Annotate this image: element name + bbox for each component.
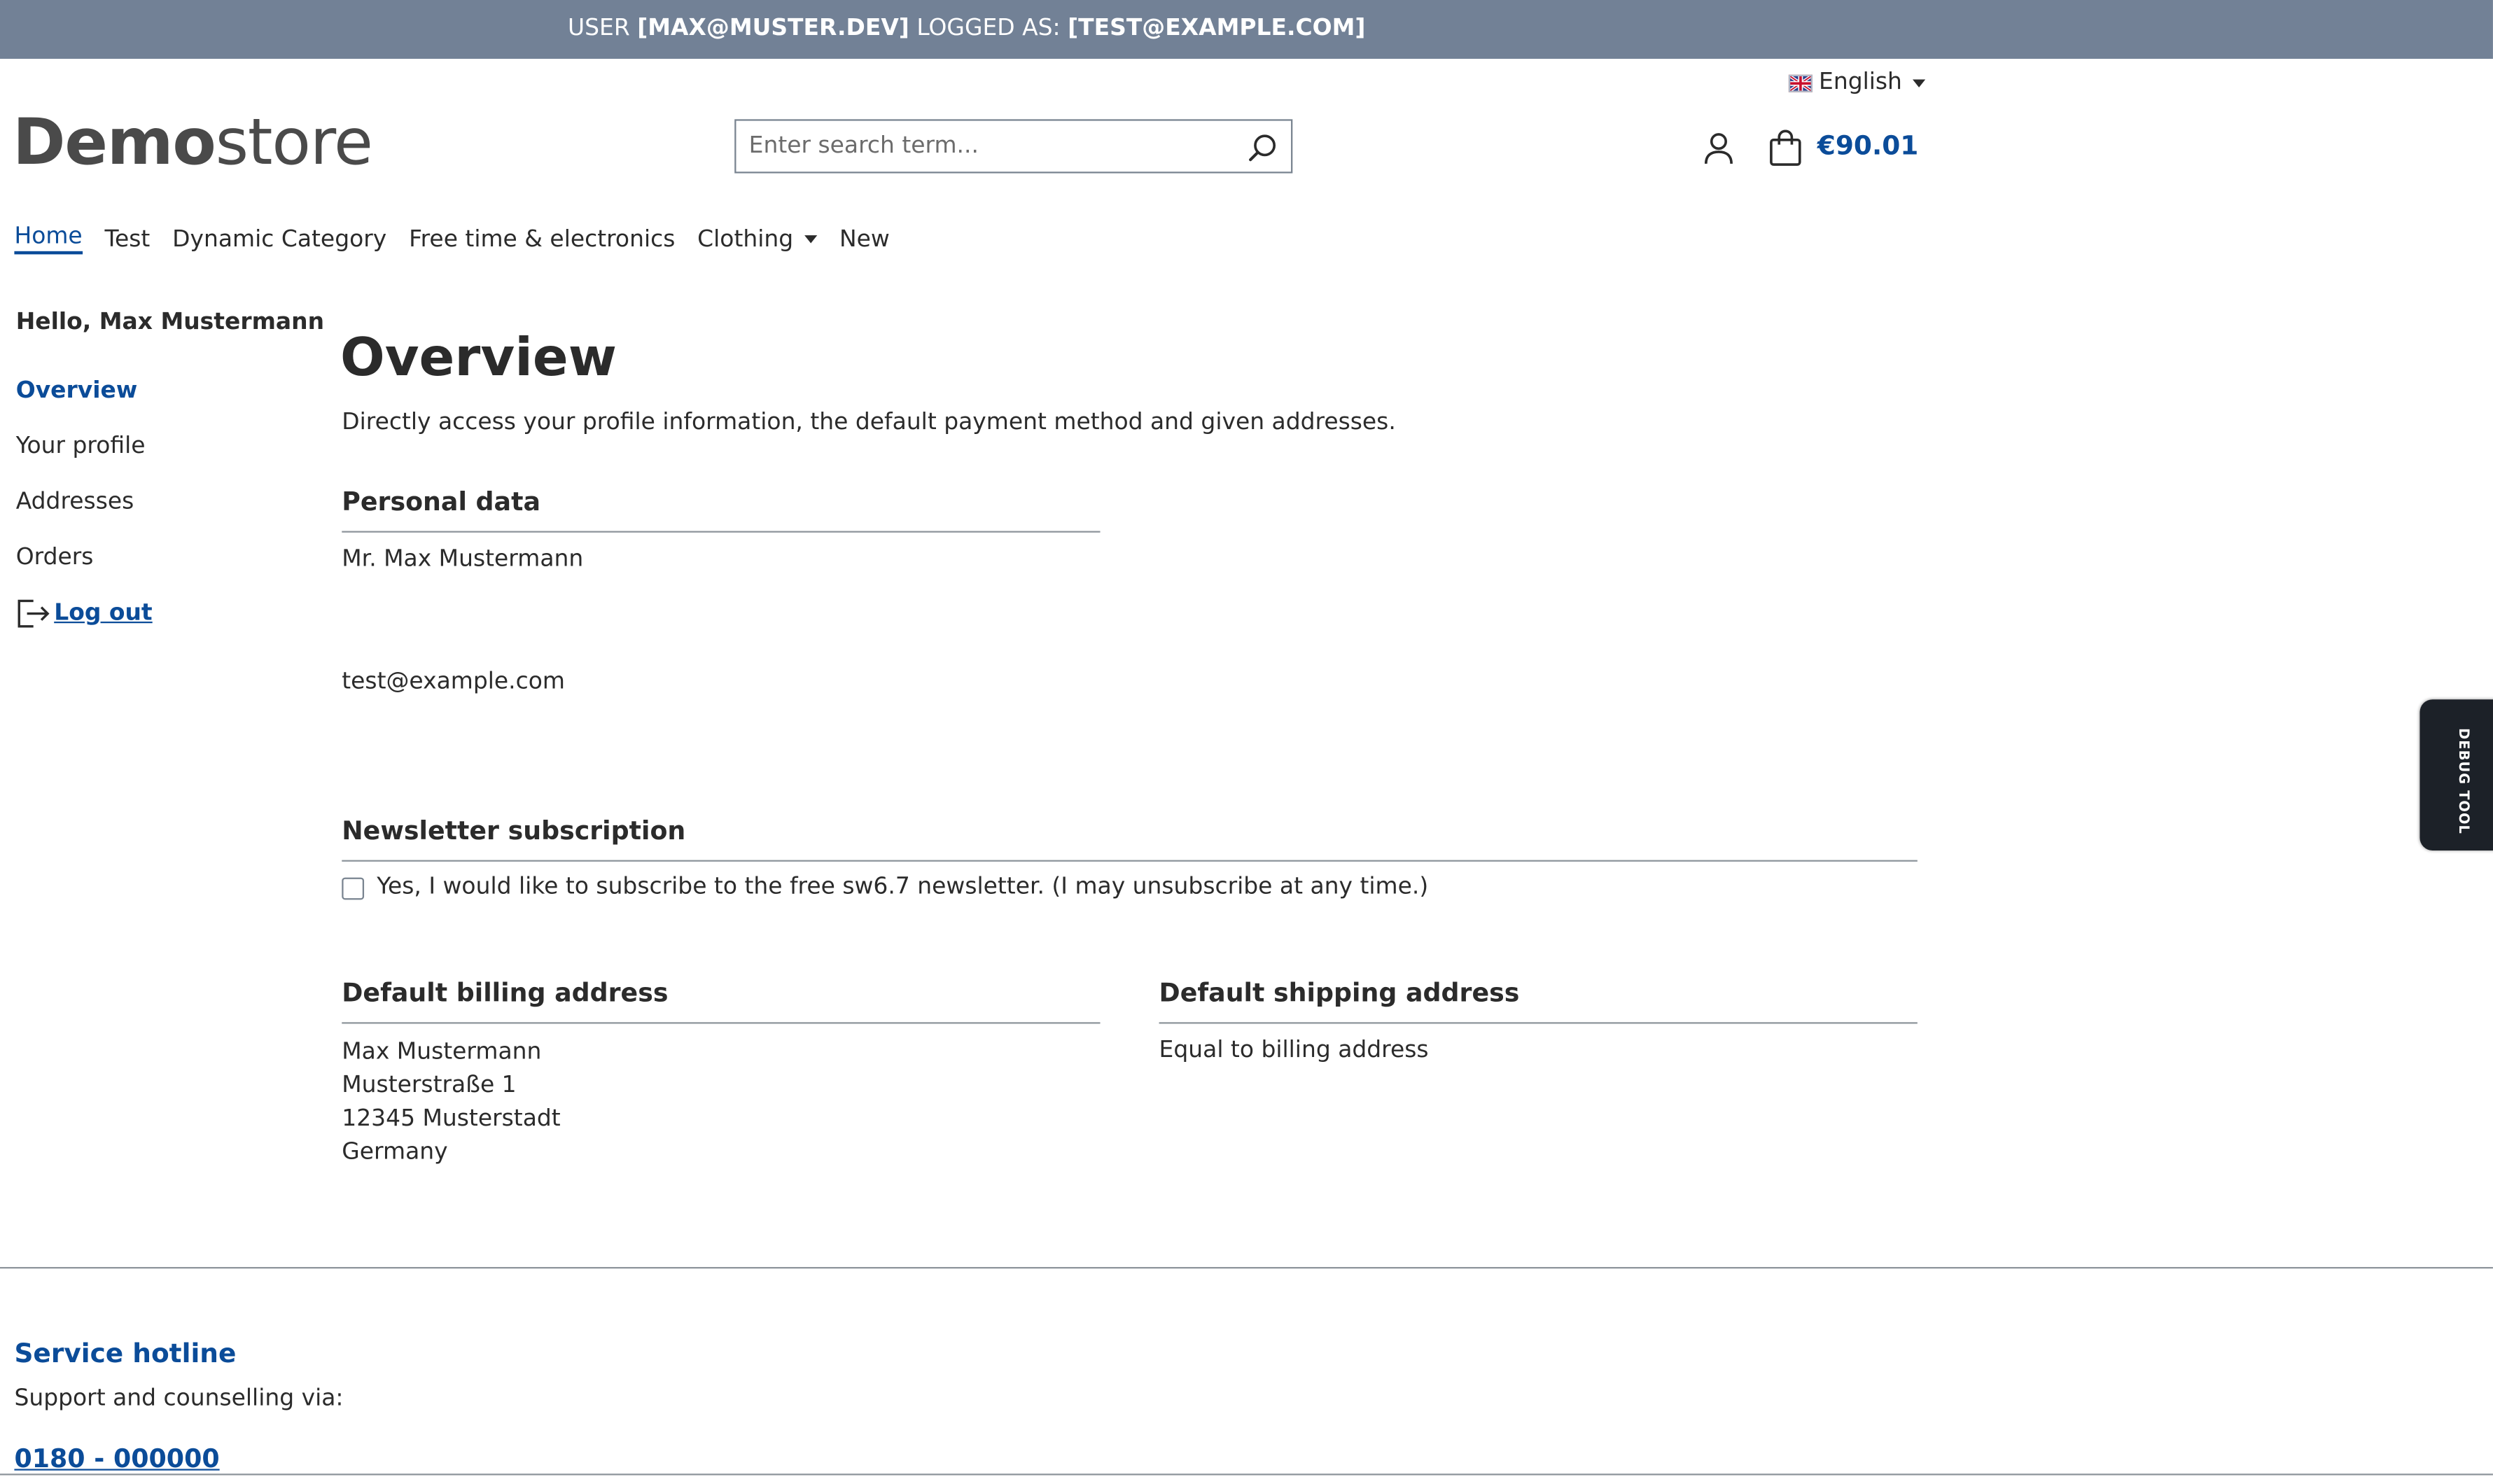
nav-item-clothing[interactable]: Clothing bbox=[697, 224, 818, 254]
store-logo[interactable]: Demostore bbox=[13, 106, 373, 180]
personal-data-title: Personal data bbox=[342, 486, 540, 517]
logged-as-email: [TEST@EXAMPLE.COM] bbox=[1068, 15, 1366, 42]
nav-item-clothing-label: Clothing bbox=[697, 226, 794, 252]
nav-item-free-time-electronics[interactable]: Free time & electronics bbox=[409, 224, 675, 254]
language-selector[interactable]: English bbox=[1788, 69, 1926, 97]
nav-item-new[interactable]: New bbox=[839, 224, 890, 254]
debug-tool-button[interactable]: DEBUG TOOL bbox=[2419, 699, 2493, 850]
personal-name: Mr. Max Mustermann bbox=[342, 547, 584, 573]
logged-as-prefix: LOGGED AS: bbox=[909, 15, 1068, 42]
shipping-address-text: Equal to billing address bbox=[1159, 1037, 1429, 1064]
search-icon[interactable] bbox=[1246, 132, 1278, 163]
divider bbox=[342, 1022, 1101, 1024]
language-label: English bbox=[1819, 69, 1902, 96]
uk-flag-icon bbox=[1788, 74, 1813, 92]
impersonation-text: USER [MAX@MUSTER.DEV] LOGGED AS: [TEST@E… bbox=[0, 0, 1934, 59]
billing-address-line: Musterstraße 1 bbox=[342, 1072, 517, 1099]
divider bbox=[342, 531, 1101, 533]
sidebar-item-your-profile[interactable]: Your profile bbox=[16, 434, 146, 459]
account-greeting: Hello, Max Mustermann bbox=[15, 309, 325, 336]
account-icon[interactable] bbox=[1701, 130, 1736, 165]
sidebar-item-addresses[interactable]: Addresses bbox=[16, 489, 134, 514]
newsletter-checkbox[interactable] bbox=[342, 877, 365, 900]
logout-label: Log out bbox=[54, 601, 153, 626]
divider bbox=[342, 860, 1918, 862]
nav-item-home[interactable]: Home bbox=[14, 224, 83, 255]
shopping-bag-icon[interactable] bbox=[1768, 129, 1803, 167]
user-prefix: USER bbox=[568, 15, 638, 42]
footer-divider bbox=[0, 1474, 2493, 1476]
billing-address-line: Germany bbox=[342, 1140, 448, 1166]
service-hotline-text: Support and counselling via: bbox=[14, 1386, 344, 1412]
logout-link[interactable]: Log out bbox=[16, 598, 153, 629]
page-title: Overview bbox=[340, 326, 617, 388]
nav-item-dynamic-category[interactable]: Dynamic Category bbox=[172, 224, 386, 254]
footer-divider bbox=[0, 1266, 2493, 1269]
logout-icon bbox=[18, 599, 50, 628]
admin-impersonation-bar: USER [MAX@MUSTER.DEV] LOGGED AS: [TEST@E… bbox=[0, 0, 2493, 59]
chevron-down-icon bbox=[1913, 78, 1926, 87]
shipping-address-title: Default shipping address bbox=[1159, 977, 1520, 1008]
billing-address-line: 12345 Musterstadt bbox=[342, 1106, 561, 1132]
personal-email: test@example.com bbox=[342, 669, 565, 695]
billing-address-line: Max Mustermann bbox=[342, 1040, 542, 1065]
cart-total[interactable]: €90.01 bbox=[1817, 130, 1919, 160]
newsletter-label[interactable]: Yes, I would like to subscribe to the fr… bbox=[377, 874, 1428, 899]
service-hotline-title: Service hotline bbox=[14, 1338, 237, 1369]
page-description: Directly access your profile information… bbox=[342, 410, 1396, 436]
sidebar-item-orders[interactable]: Orders bbox=[16, 545, 94, 570]
search-input[interactable] bbox=[736, 120, 1229, 172]
chevron-down-icon bbox=[804, 235, 818, 244]
sidebar-item-overview[interactable]: Overview bbox=[16, 378, 138, 403]
divider bbox=[1159, 1022, 1918, 1024]
service-hotline-phone-link[interactable]: 0180 - 000000 bbox=[14, 1443, 219, 1474]
newsletter-title: Newsletter subscription bbox=[342, 816, 686, 846]
logo-bold-part: Demo bbox=[13, 106, 216, 180]
search-box bbox=[734, 119, 1293, 174]
nav-item-test[interactable]: Test bbox=[104, 224, 150, 254]
user-email: [MAX@MUSTER.DEV] bbox=[637, 15, 909, 42]
main-navigation: Home Test Dynamic Category Free time & e… bbox=[14, 224, 912, 255]
billing-address: Max Mustermann Musterstraße 1 12345 Must… bbox=[342, 1037, 560, 1170]
debug-tool-label: DEBUG TOOL bbox=[2454, 728, 2471, 834]
billing-address-title: Default billing address bbox=[342, 977, 669, 1008]
logo-light-part: store bbox=[215, 106, 373, 180]
